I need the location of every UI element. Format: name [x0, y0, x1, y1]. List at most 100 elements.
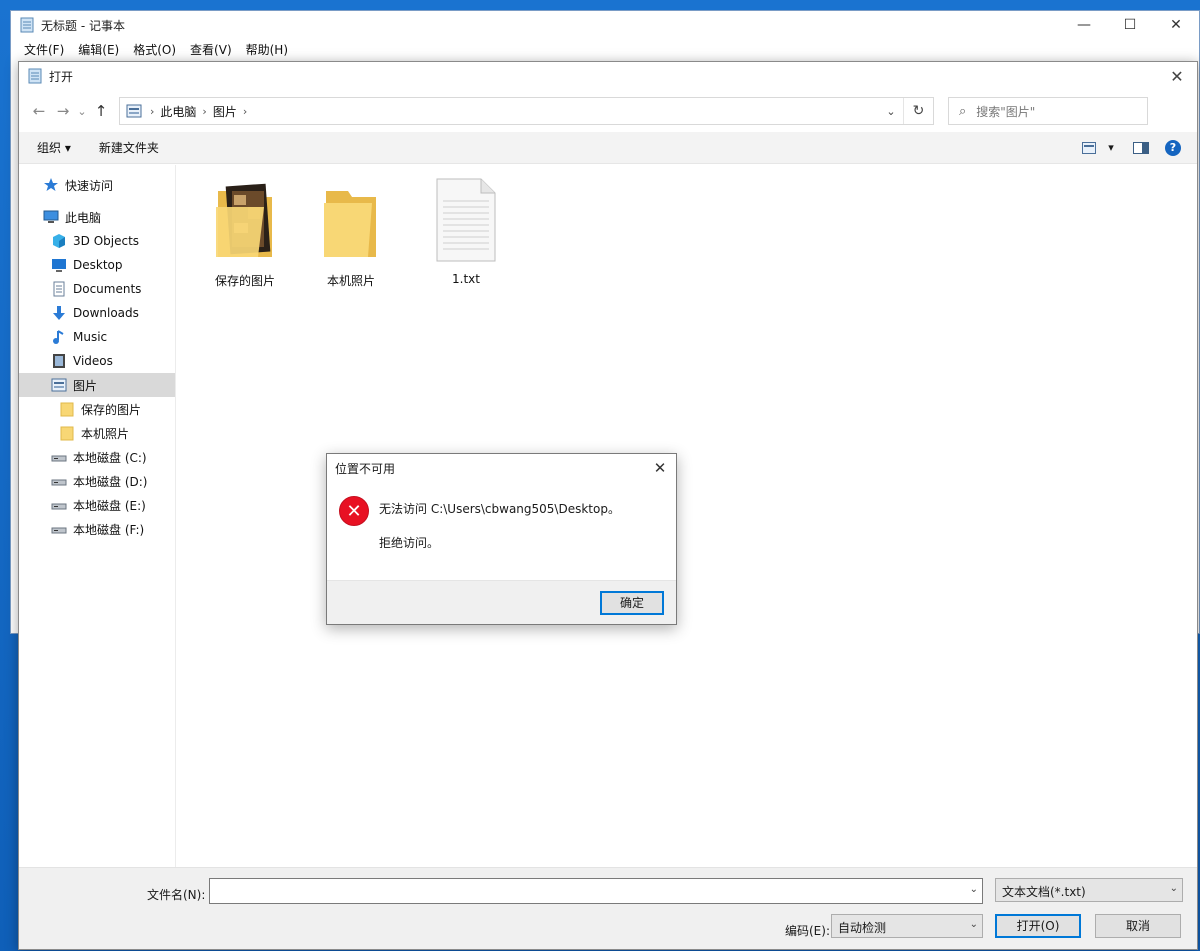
sidebar-item-label: 本地磁盘 (D:) — [73, 474, 148, 489]
sidebar-item[interactable]: 本地磁盘 (D:) — [19, 469, 175, 493]
sidebar-item[interactable]: Downloads — [19, 301, 175, 325]
dialog-footer: 文件名(N): ⌄ 文本文档(*.txt) ⌄ 编码(E): 自动检测 ⌄ 打开… — [19, 867, 1197, 949]
back-button[interactable]: ← — [27, 99, 51, 123]
notepad-title: 无标题 - 记事本 — [41, 18, 125, 33]
sidebar-item-label: Downloads — [73, 306, 139, 320]
menu-format[interactable]: 格式(O) — [126, 41, 183, 58]
drive-icon — [51, 473, 73, 489]
organize-button[interactable]: 组织 ▾ — [37, 139, 71, 156]
sidebar-item[interactable]: 本机照片 — [19, 421, 175, 445]
navigation-bar: ← → ⌄ ↑ › 此电脑 › 图片 › ⌄ ↻ ⌕ 搜索"图片" — [19, 90, 1197, 132]
drive-icon — [51, 521, 73, 537]
address-bar[interactable]: › 此电脑 › 图片 › ⌄ ↻ — [119, 97, 934, 125]
pictures-icon — [51, 377, 73, 393]
notepad-icon — [20, 17, 34, 33]
sidebar-item[interactable]: 快速访问 — [19, 173, 175, 197]
sidebar-item[interactable]: 本地磁盘 (F:) — [19, 517, 175, 541]
menu-edit[interactable]: 编辑(E) — [71, 41, 126, 58]
help-button[interactable]: ? — [1159, 136, 1187, 160]
sidebar-item[interactable]: 本地磁盘 (E:) — [19, 493, 175, 517]
error-dialog-titlebar: 位置不可用 ✕ — [327, 454, 676, 482]
file-type-value: 文本文档(*.txt) — [1002, 885, 1086, 899]
error-dialog: 位置不可用 ✕ ✕ 无法访问 C:\Users\cbwang505\Deskto… — [326, 453, 677, 625]
view-options-arrow[interactable]: ▾ — [1103, 136, 1119, 160]
text-file-icon — [436, 178, 496, 262]
error-dialog-footer: 确定 — [327, 580, 676, 624]
sidebar-item[interactable]: 图片 — [19, 373, 175, 397]
file-item-saved-pictures[interactable]: 保存的图片 — [200, 177, 290, 289]
sidebar-item[interactable]: Documents — [19, 277, 175, 301]
minimize-button[interactable]: — — [1061, 11, 1107, 39]
notepad-icon — [28, 68, 42, 84]
menu-help[interactable]: 帮助(H) — [239, 41, 295, 58]
sidebar-item-label: 本机照片 — [81, 426, 130, 441]
sidebar-item[interactable]: 此电脑 — [19, 205, 175, 229]
error-icon: ✕ — [339, 496, 369, 526]
open-dialog-titlebar: 打开 ✕ — [19, 62, 1197, 90]
sidebar-item[interactable]: Desktop — [19, 253, 175, 277]
sidebar-item-label: 图片 — [73, 378, 98, 393]
sidebar-item-label: 3D Objects — [73, 234, 140, 248]
filename-input[interactable]: ⌄ — [209, 878, 983, 904]
address-dropdown-button[interactable]: ⌄ — [879, 98, 903, 124]
drive-icon — [51, 449, 73, 465]
menu-file[interactable]: 文件(F) — [17, 41, 71, 58]
breadcrumb-pictures[interactable]: 图片 — [207, 103, 243, 120]
notepad-titlebar: 无标题 - 记事本 — ☐ ✕ — [11, 11, 1199, 39]
error-dialog-close-button[interactable]: ✕ — [644, 454, 676, 482]
file-item-1-txt[interactable]: 1.txt — [421, 177, 511, 286]
file-item-local-photos[interactable]: 本机照片 — [306, 177, 396, 289]
sidebar-item[interactable]: Videos — [19, 349, 175, 373]
open-dialog-close-button[interactable]: ✕ — [1157, 62, 1197, 90]
file-label: 1.txt — [452, 272, 480, 286]
sidebar-item[interactable]: Music — [19, 325, 175, 349]
sidebar-item-label: Documents — [73, 282, 142, 296]
encoding-select[interactable]: 自动检测 ⌄ — [831, 914, 983, 938]
breadcrumb-separator: › — [242, 104, 248, 118]
maximize-button[interactable]: ☐ — [1107, 11, 1153, 39]
folder-icon — [324, 191, 376, 257]
desktop-icon — [51, 257, 73, 273]
help-icon: ? — [1165, 139, 1181, 156]
new-folder-button[interactable]: 新建文件夹 — [99, 139, 159, 156]
file-type-select[interactable]: 文本文档(*.txt) ⌄ — [995, 878, 1183, 902]
folder-with-images-icon — [216, 183, 272, 257]
forward-button[interactable]: → — [51, 99, 75, 123]
search-placeholder: 搜索"图片" — [976, 104, 1036, 119]
preview-pane-button[interactable] — [1127, 136, 1155, 160]
sidebar-item-label: Videos — [73, 354, 113, 368]
refresh-button[interactable]: ↻ — [903, 98, 933, 124]
document-icon — [51, 281, 73, 297]
sidebar-item-label: Music — [73, 330, 108, 344]
sidebar-item[interactable]: 3D Objects — [19, 229, 175, 253]
encoding-label: 编码(E): — [785, 924, 830, 938]
chevron-down-icon: ⌄ — [969, 919, 978, 930]
close-button[interactable]: ✕ — [1153, 11, 1199, 39]
sidebar-item[interactable]: 保存的图片 — [19, 397, 175, 421]
chevron-down-icon[interactable]: ⌄ — [970, 884, 978, 895]
sidebar-item[interactable]: 本地磁盘 (C:) — [19, 445, 175, 469]
sidebar-item-label: 本地磁盘 (C:) — [73, 450, 147, 465]
search-input[interactable]: ⌕ 搜索"图片" — [948, 97, 1148, 125]
filename-label: 文件名(N): — [147, 888, 206, 902]
open-button[interactable]: 打开(O) — [995, 914, 1081, 938]
folder-icon — [59, 401, 81, 417]
recent-locations-button[interactable]: ⌄ — [75, 99, 89, 123]
sidebar-item-label: 此电脑 — [65, 210, 102, 225]
navigation-pane[interactable]: 快速访问此电脑 3D Objects Desktop Documents Downloa… — [19, 165, 176, 867]
open-dialog-title: 打开 — [49, 69, 74, 84]
search-icon: ⌕ — [959, 103, 967, 119]
error-message: 无法访问 C:\Users\cbwang505\Desktop。 — [379, 502, 620, 516]
error-detail: 拒绝访问。 — [379, 536, 440, 550]
cancel-button[interactable]: 取消 — [1095, 914, 1181, 938]
change-view-button[interactable] — [1075, 136, 1103, 160]
breadcrumb-this-pc[interactable]: 此电脑 — [154, 103, 202, 120]
pictures-icon — [126, 104, 142, 118]
menu-view[interactable]: 查看(V) — [183, 41, 239, 58]
up-button[interactable]: ↑ — [89, 99, 113, 123]
chevron-down-icon: ⌄ — [1169, 883, 1178, 894]
file-label: 保存的图片 — [214, 274, 275, 288]
drive-icon — [51, 497, 73, 513]
ok-button[interactable]: 确定 — [600, 591, 664, 615]
notepad-menubar: 文件(F) 编辑(E) 格式(O) 查看(V) 帮助(H) — [11, 39, 1199, 59]
